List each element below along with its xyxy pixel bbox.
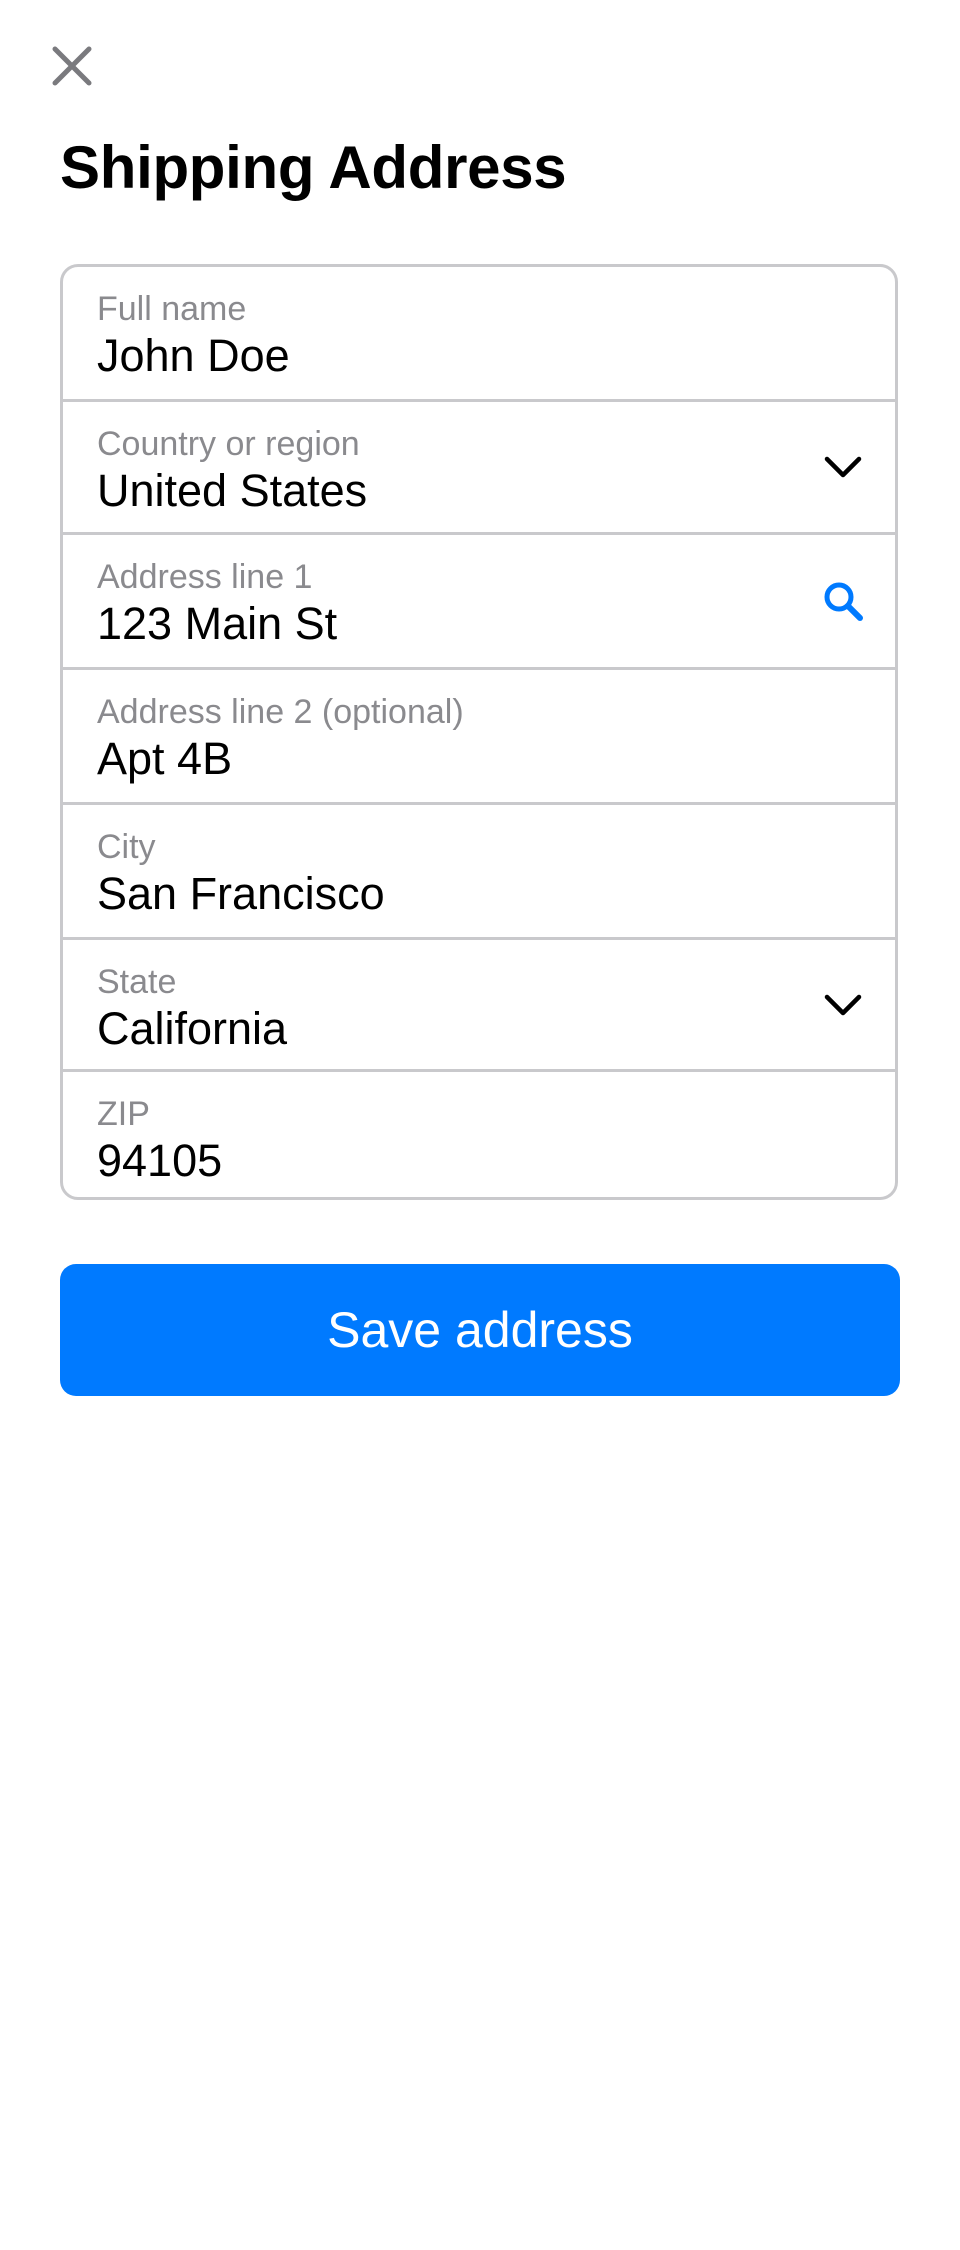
address-line-2-value: Apt 4B: [97, 733, 233, 784]
address-line-2-label: Address line 2 (optional): [97, 693, 464, 731]
address-line-2-field[interactable]: Address line 2 (optional) Apt 4B: [63, 670, 895, 805]
country-label: Country or region: [97, 425, 360, 463]
address-line-1-label: Address line 1: [97, 558, 313, 596]
page-title: Shipping Address: [60, 134, 567, 201]
state-select[interactable]: State California: [63, 940, 895, 1072]
address-form: Full name John Doe Country or region Uni…: [60, 264, 898, 1200]
close-button[interactable]: [42, 36, 102, 96]
city-value: San Francisco: [97, 868, 385, 919]
zip-value: 94105: [97, 1135, 223, 1186]
state-value: California: [97, 1003, 288, 1054]
address-line-1-field[interactable]: Address line 1 123 Main St: [63, 535, 895, 670]
zip-field[interactable]: ZIP 94105: [63, 1072, 895, 1197]
zip-label: ZIP: [97, 1095, 150, 1133]
chevron-down-icon: [821, 983, 865, 1027]
full-name-value: John Doe: [97, 330, 290, 381]
full-name-label: Full name: [97, 290, 247, 328]
city-label: City: [97, 828, 156, 866]
close-icon: [52, 46, 92, 86]
search-icon[interactable]: [821, 579, 865, 623]
state-label: State: [97, 963, 177, 1001]
city-field[interactable]: City San Francisco: [63, 805, 895, 940]
address-line-1-value: 123 Main St: [97, 598, 338, 649]
save-address-button[interactable]: Save address: [60, 1264, 900, 1396]
country-select[interactable]: Country or region United States: [63, 402, 895, 535]
full-name-field[interactable]: Full name John Doe: [63, 267, 895, 402]
chevron-down-icon: [821, 445, 865, 489]
country-value: United States: [97, 465, 368, 516]
